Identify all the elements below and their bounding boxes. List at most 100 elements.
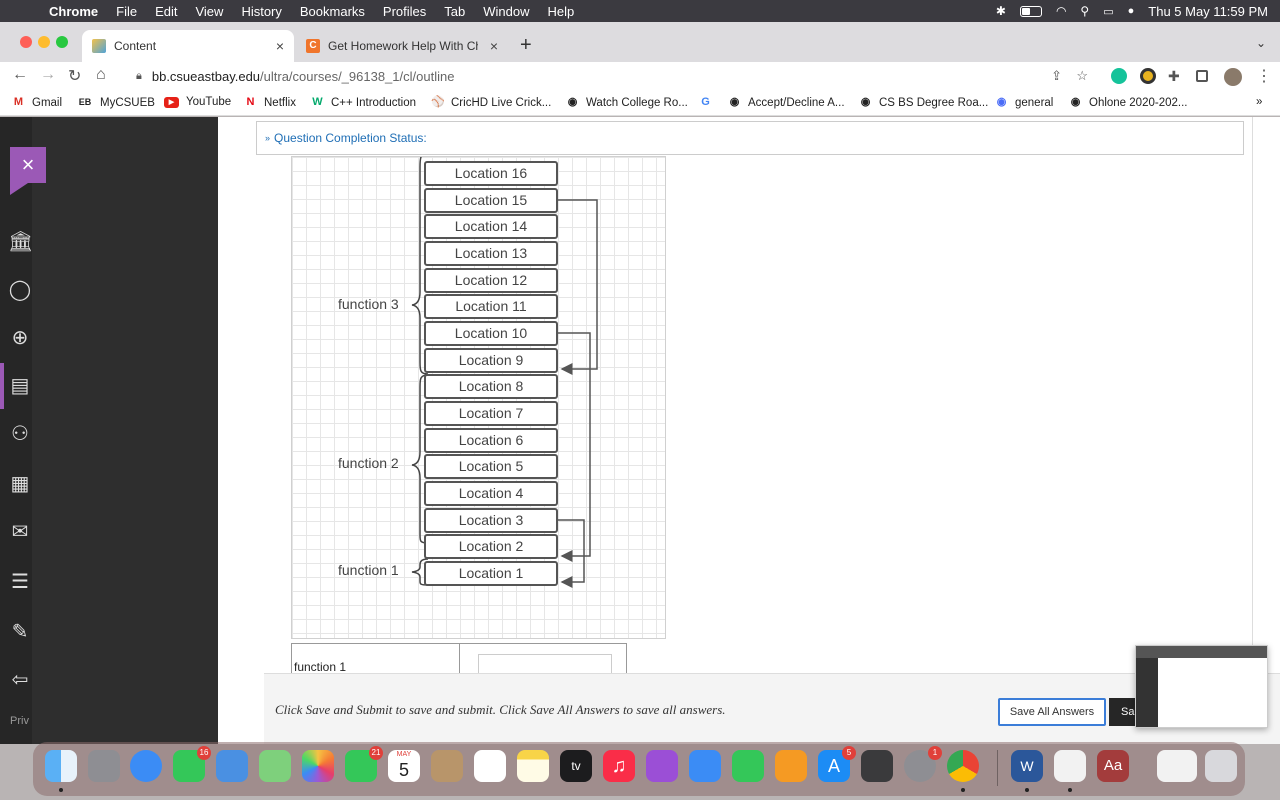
- maps-icon[interactable]: [259, 750, 291, 782]
- bookmark-cpp-introduction[interactable]: W C++ Introduction: [311, 96, 416, 109]
- downloads-stack-icon[interactable]: [1157, 750, 1197, 782]
- bluetooth-icon[interactable]: ✱: [996, 4, 1006, 18]
- menu-file[interactable]: File: [107, 4, 146, 19]
- control-center-icon[interactable]: ▭: [1103, 5, 1113, 18]
- keychain-icon[interactable]: [861, 750, 893, 782]
- assessment-content: » Question Completion Status: function 3…: [218, 117, 1253, 744]
- messages-icon[interactable]: ✉: [8, 519, 32, 543]
- close-panel-button[interactable]: ×: [10, 147, 46, 183]
- grades-icon[interactable]: ☰: [8, 569, 32, 593]
- bookmark-star-icon[interactable]: ☆: [1076, 68, 1088, 84]
- share-icon[interactable]: ⇪: [1051, 68, 1062, 84]
- spotlight-search-icon[interactable]: ⚲: [1080, 4, 1089, 18]
- menu-window[interactable]: Window: [474, 4, 538, 19]
- screenshot-thumbnail[interactable]: [1135, 645, 1268, 728]
- sign-out-icon[interactable]: ⇦: [8, 667, 32, 691]
- facetime-icon[interactable]: 21: [345, 746, 383, 782]
- function-2-label: function 2: [338, 455, 399, 471]
- save-all-answers-button[interactable]: Save All Answers: [998, 698, 1106, 726]
- wifi-icon[interactable]: ◠: [1056, 4, 1066, 18]
- app-store-icon[interactable]: A5: [818, 746, 856, 782]
- notes-icon[interactable]: [517, 750, 549, 782]
- bookmark-watch-college[interactable]: ◉ Watch College Ro...: [566, 96, 688, 109]
- finder-icon[interactable]: [45, 750, 77, 782]
- menu-app-chrome[interactable]: Chrome: [40, 4, 107, 19]
- bookmark-gmail[interactable]: M Gmail: [12, 96, 62, 109]
- profile-icon[interactable]: ◯: [8, 277, 32, 301]
- address-bar[interactable]: 🔒︎ bb.csueastbay.edu /ultra/courses/_961…: [122, 63, 1102, 89]
- bookmark-google[interactable]: G: [699, 96, 719, 109]
- word-icon[interactable]: W: [1011, 750, 1043, 782]
- menu-tab[interactable]: Tab: [435, 4, 474, 19]
- location-16: Location 16: [424, 161, 558, 186]
- contacts-icon[interactable]: [431, 750, 463, 782]
- photos-icon[interactable]: [302, 750, 334, 782]
- tab-content[interactable]: Content ×: [82, 30, 294, 62]
- courses-icon[interactable]: ▤: [8, 373, 32, 397]
- battery-icon[interactable]: [1019, 5, 1042, 17]
- menu-view[interactable]: View: [186, 4, 232, 19]
- chrome-menu-icon[interactable]: ⋮: [1256, 66, 1272, 86]
- tools-icon[interactable]: ✎: [8, 619, 32, 643]
- reload-icon[interactable]: ↻: [68, 66, 81, 86]
- organizations-icon[interactable]: ⚇: [8, 421, 32, 445]
- honey-extension-icon[interactable]: [1140, 68, 1156, 84]
- numbers-icon[interactable]: [732, 750, 764, 782]
- calendar-icon[interactable]: MAY 5: [388, 750, 420, 782]
- apple-tv-icon[interactable]: tv: [560, 750, 592, 782]
- grammarly-extension-icon[interactable]: [1111, 68, 1127, 84]
- bookmarks-overflow-icon[interactable]: »: [1256, 96, 1262, 108]
- bookmark-cs-bs-degree[interactable]: ◉ CS BS Degree Roa...: [859, 96, 989, 109]
- menu-edit[interactable]: Edit: [146, 4, 186, 19]
- reminders-icon[interactable]: [474, 750, 506, 782]
- lock-icon[interactable]: 🔒︎: [136, 70, 142, 83]
- reading-list-icon[interactable]: [1196, 70, 1208, 82]
- menu-help[interactable]: Help: [539, 4, 584, 19]
- launchpad-icon[interactable]: [88, 750, 120, 782]
- system-preferences-icon[interactable]: 1: [904, 746, 942, 782]
- mail-icon[interactable]: [216, 750, 248, 782]
- music-icon[interactable]: ♫: [603, 750, 635, 782]
- textedit-icon[interactable]: [1054, 750, 1086, 782]
- back-icon[interactable]: ←: [12, 66, 28, 84]
- new-tab-button[interactable]: +: [520, 34, 532, 57]
- bookmark-crichd[interactable]: ⚾ CricHD Live Crick...: [431, 96, 551, 109]
- window-zoom-button[interactable]: [56, 36, 68, 48]
- home-icon[interactable]: ⌂: [96, 66, 106, 84]
- bookmark-accept-decline[interactable]: ◉ Accept/Decline A...: [728, 96, 845, 109]
- chrome-icon[interactable]: [947, 750, 979, 782]
- tab-search-icon[interactable]: ⌄: [1256, 36, 1266, 50]
- menu-history[interactable]: History: [232, 4, 290, 19]
- bookmark-youtube[interactable]: ▶ YouTube: [164, 96, 231, 108]
- bookmark-general[interactable]: ◉ general: [995, 96, 1054, 109]
- menu-bookmarks[interactable]: Bookmarks: [291, 4, 374, 19]
- bookmark-mycsueb[interactable]: EB MyCSUEB: [77, 96, 155, 109]
- blackboard-page: 🏛︎ ◯ ⊕ ▤ ⚇ ▦ ✉ ☰ ✎ ⇦ Priv × » Question C…: [0, 117, 1280, 744]
- messages-icon[interactable]: 16: [173, 746, 211, 782]
- podcasts-icon[interactable]: [646, 750, 678, 782]
- keynote-icon[interactable]: [689, 750, 721, 782]
- location-6: Location 6: [424, 428, 558, 453]
- extensions-puzzle-icon[interactable]: ✚: [1168, 68, 1184, 84]
- pages-icon[interactable]: [775, 750, 807, 782]
- window-close-button[interactable]: [20, 36, 32, 48]
- tab-chegg[interactable]: C Get Homework Help With Cheg ×: [296, 30, 508, 62]
- globe-icon[interactable]: ⊕: [8, 325, 32, 349]
- tab-close-icon[interactable]: ×: [276, 38, 284, 54]
- institution-icon[interactable]: 🏛︎: [8, 229, 33, 253]
- menu-profiles[interactable]: Profiles: [374, 4, 435, 19]
- trash-icon[interactable]: [1205, 750, 1237, 782]
- calendar-icon[interactable]: ▦: [8, 471, 32, 495]
- dictionary-icon[interactable]: Aa: [1097, 750, 1129, 782]
- question-completion-status[interactable]: » Question Completion Status:: [256, 121, 1244, 155]
- menubar-clock[interactable]: Thu 5 May 11:59 PM: [1148, 4, 1268, 19]
- privacy-link[interactable]: Priv: [10, 715, 29, 727]
- profile-avatar[interactable]: [1224, 68, 1242, 86]
- safari-icon[interactable]: [130, 750, 162, 782]
- bookmark-netflix[interactable]: N Netflix: [244, 96, 296, 109]
- siri-icon[interactable]: ●: [1128, 5, 1135, 17]
- bookmark-ohlone[interactable]: ◉ Ohlone 2020-202...: [1069, 96, 1188, 109]
- forward-icon[interactable]: →: [40, 66, 56, 84]
- tab-close-icon[interactable]: ×: [490, 38, 498, 54]
- window-minimize-button[interactable]: [38, 36, 50, 48]
